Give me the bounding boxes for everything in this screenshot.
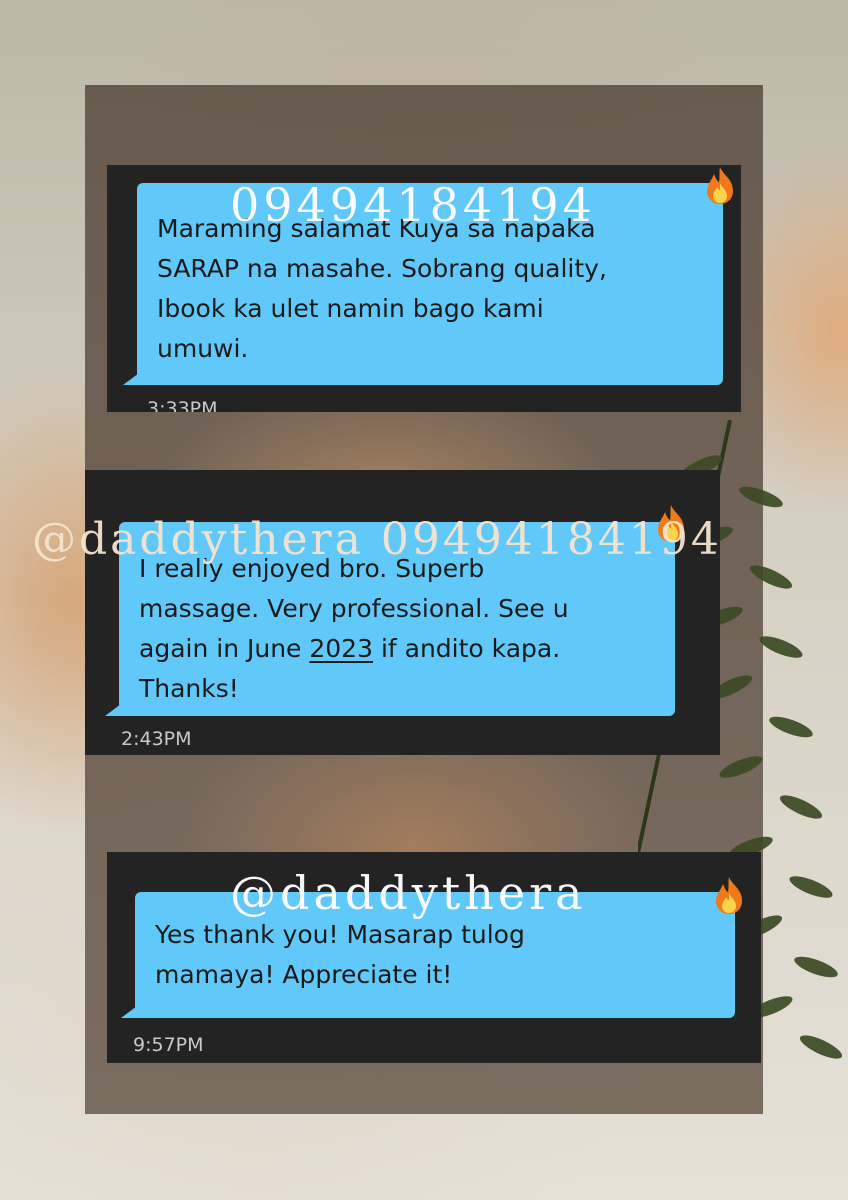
message-text: Maraming salamat Kuya sa napaka SARAP na… — [157, 214, 607, 363]
fire-icon — [716, 877, 742, 914]
message-card: I really enjoyed bro. Superb massage. Ve… — [85, 470, 720, 755]
message-timestamp: 3:33PM — [147, 398, 218, 412]
handle-phone-watermark: @daddythera 09494184194 — [32, 514, 722, 565]
underlined-year: 2023 — [309, 634, 373, 663]
fire-icon — [707, 167, 733, 204]
handle-watermark: @daddythera — [230, 866, 587, 920]
phone-watermark: 09494184194 — [230, 178, 596, 232]
message-text: Yes thank you! Masarap tulog mamaya! App… — [155, 920, 525, 989]
message-timestamp: 9:57PM — [133, 1034, 204, 1056]
message-timestamp: 2:43PM — [121, 728, 192, 750]
message-text: I really enjoyed bro. Superb massage. Ve… — [139, 554, 569, 703]
